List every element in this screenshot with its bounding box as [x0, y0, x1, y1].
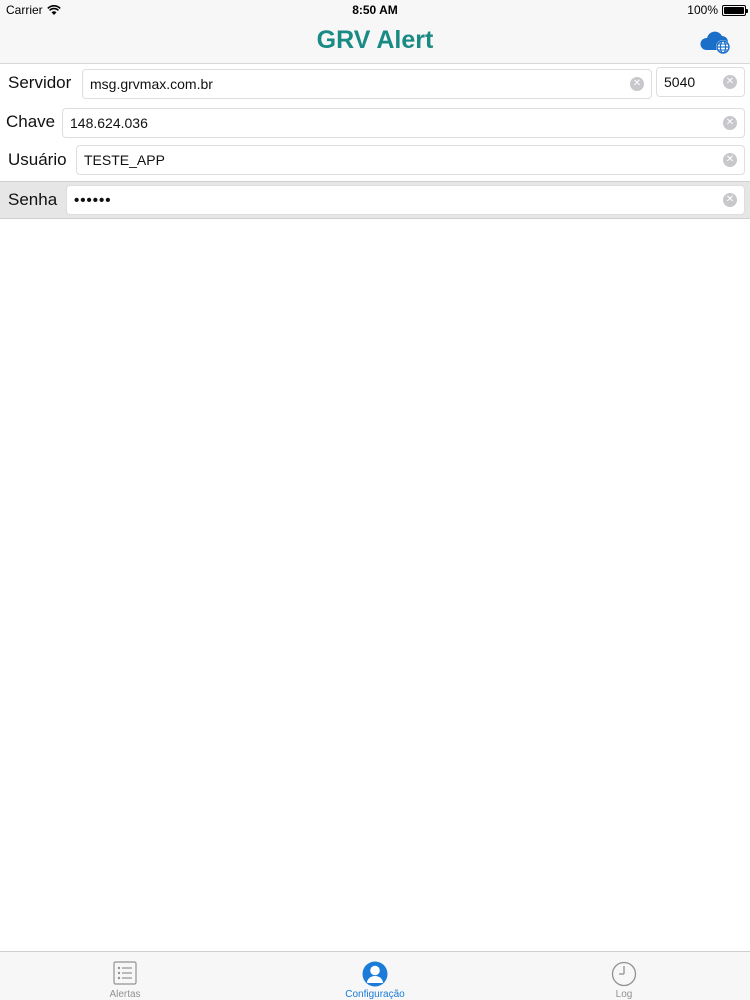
servidor-row: Servidor msg.grvmax.com.br ✕ 5040 ✕ [0, 64, 750, 104]
cloud-globe-icon[interactable] [700, 28, 734, 56]
senha-value: •••••• [74, 191, 112, 209]
tab-configuracao[interactable]: Configuração [315, 952, 435, 1000]
port-value: 5040 [664, 74, 696, 90]
senha-label: Senha [8, 190, 58, 209]
chave-input[interactable]: 148.624.036 ✕ [62, 108, 745, 138]
tab-log[interactable]: Log [564, 952, 684, 1000]
battery-percent: 100% [687, 3, 718, 17]
senha-input[interactable]: •••••• ✕ [66, 185, 745, 215]
servidor-label: Servidor [8, 73, 72, 92]
tab-label: Configuração [345, 989, 405, 1000]
chave-value: 148.624.036 [70, 115, 148, 131]
battery-icon [722, 4, 748, 16]
tab-bar: Alertas Configuração Log [0, 951, 750, 1000]
senha-row: Senha •••••• ✕ [0, 181, 750, 219]
clock-icon [611, 961, 637, 987]
clear-icon[interactable]: ✕ [723, 193, 737, 207]
status-bar: Carrier 8:50 AM 100% [0, 0, 750, 20]
page-title: GRV Alert [316, 26, 434, 54]
tab-alertas[interactable]: Alertas [65, 952, 185, 1000]
usuario-label: Usuário [8, 150, 67, 169]
tab-label: Alertas [109, 989, 141, 1000]
navigation-bar: GRV Alert [0, 20, 750, 64]
usuario-row: Usuário TESTE_APP ✕ [0, 142, 750, 180]
servidor-value: msg.grvmax.com.br [90, 76, 213, 92]
status-time: 8:50 AM [352, 3, 398, 17]
chave-label: Chave [6, 112, 56, 131]
clear-icon[interactable]: ✕ [723, 75, 737, 89]
clear-icon[interactable]: ✕ [723, 116, 737, 130]
tab-label: Log [615, 989, 633, 1000]
usuario-value: TESTE_APP [84, 152, 165, 168]
usuario-input[interactable]: TESTE_APP ✕ [76, 145, 745, 175]
clear-icon[interactable]: ✕ [723, 153, 737, 167]
servidor-input[interactable]: msg.grvmax.com.br ✕ [82, 69, 652, 99]
status-right: 100% [687, 3, 748, 17]
user-icon [362, 961, 388, 987]
clear-icon[interactable]: ✕ [630, 77, 644, 91]
chave-row: Chave 148.624.036 ✕ [0, 104, 750, 142]
list-icon [113, 961, 137, 985]
port-input[interactable]: 5040 ✕ [656, 67, 745, 97]
